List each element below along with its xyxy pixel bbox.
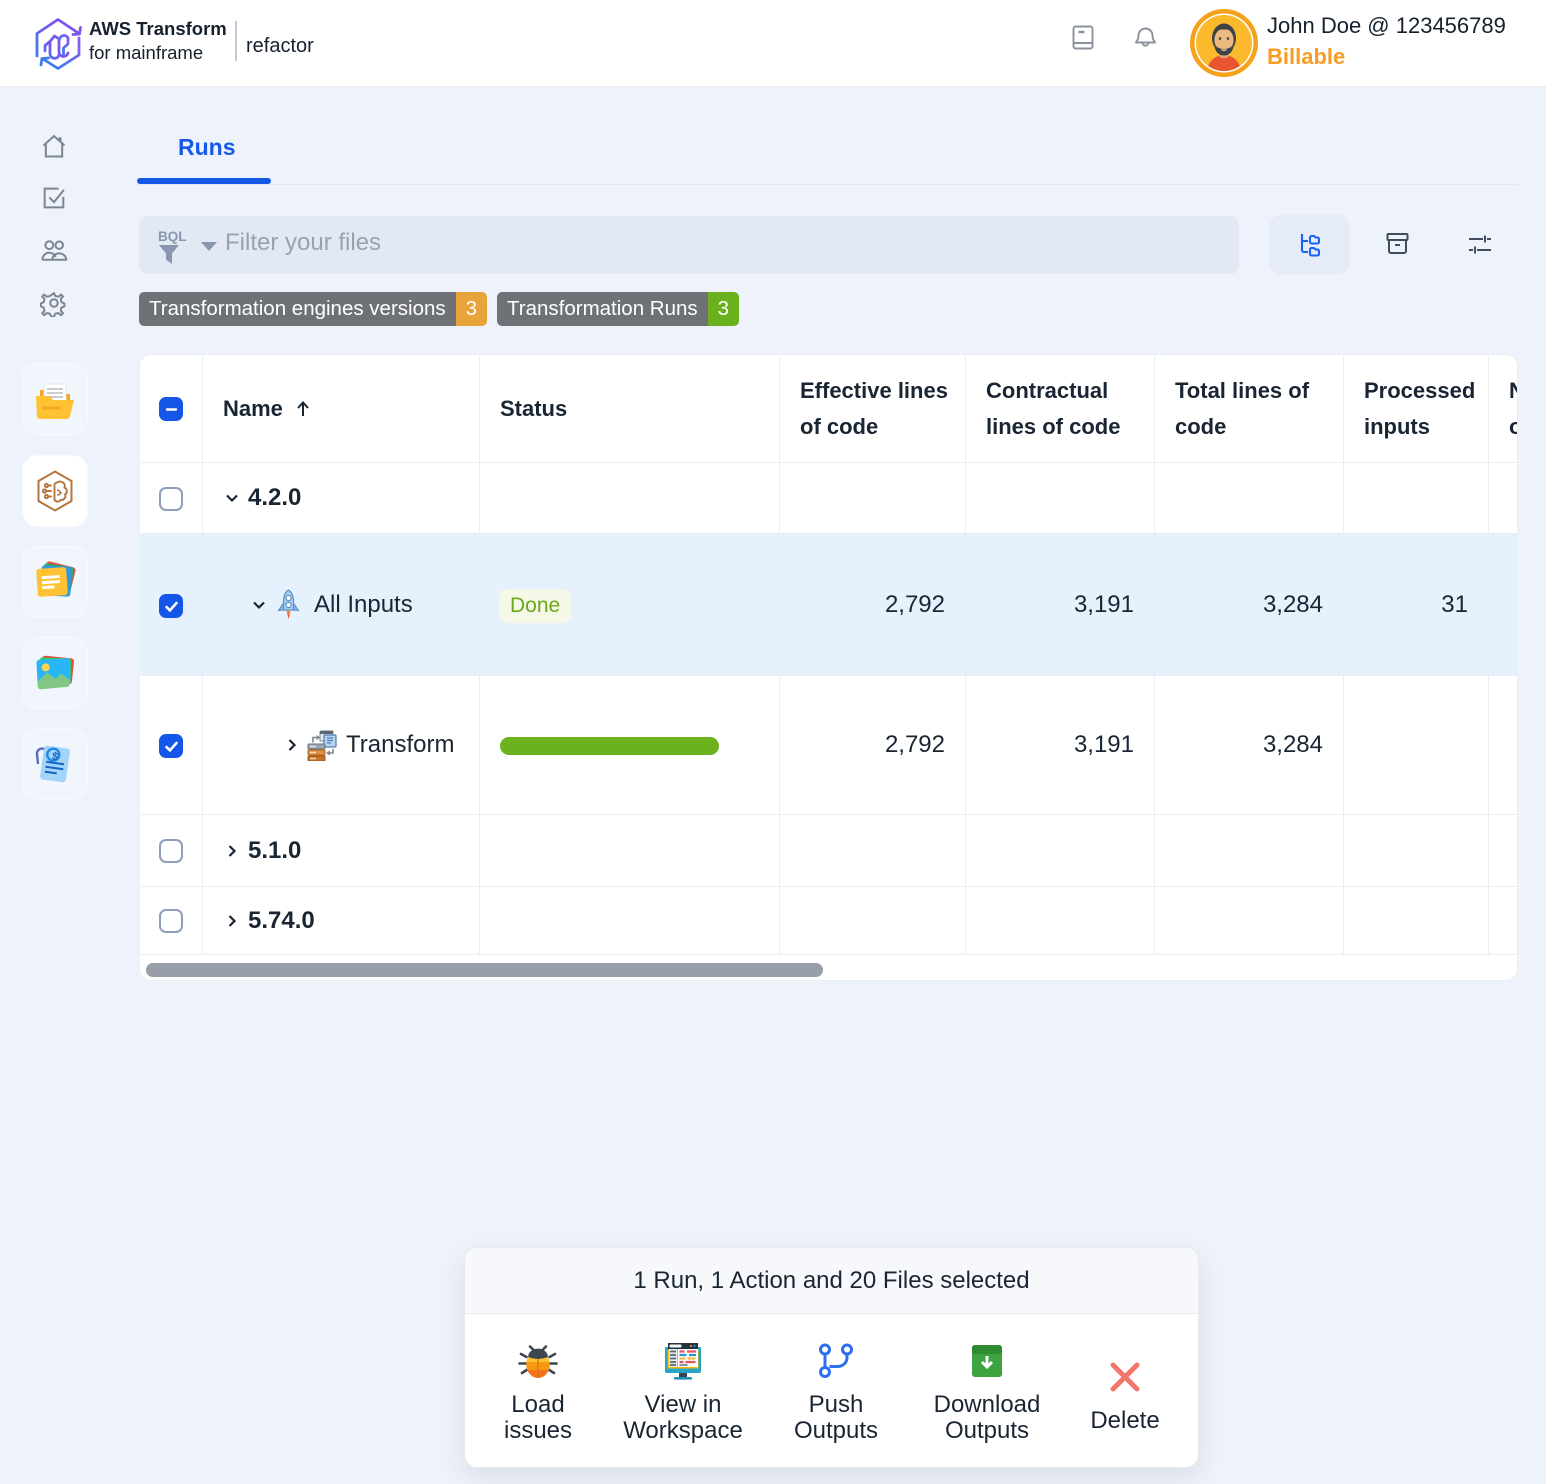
svg-text:BQL: BQL bbox=[158, 229, 187, 244]
